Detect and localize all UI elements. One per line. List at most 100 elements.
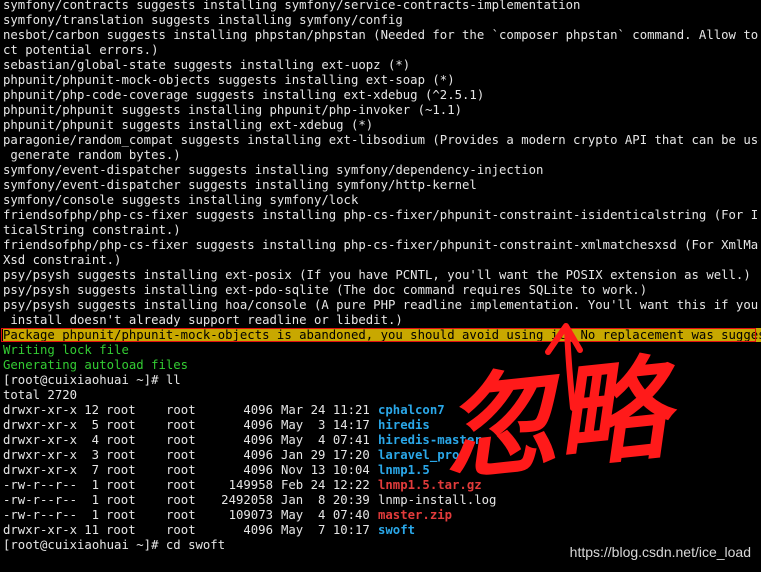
- output-line: paragonie/random_compat suggests install…: [3, 133, 759, 147]
- ls-date: Nov 13 10:04: [281, 463, 370, 477]
- ls-links: 1: [91, 493, 99, 507]
- ls-date: May 3 14:17: [281, 418, 370, 432]
- ls-perm: drwxr-xr-x: [3, 463, 78, 477]
- terminal-output: symfony/contracts suggests installing sy…: [1, 0, 761, 553]
- ls-group: root: [166, 478, 196, 492]
- ls-name: laravel_pro1: [378, 448, 467, 462]
- ls-links: 7: [91, 463, 99, 477]
- ls-links: 11: [84, 523, 99, 537]
- ls-row: -rw-r--r-- 1 root root 109073 May 4 07:40 mast…: [3, 508, 759, 523]
- ls-row: drwxr-xr-x 5 root root 4096 May 3 14:17 hiredi…: [3, 418, 759, 433]
- ls-group: root: [166, 448, 196, 462]
- ls-links: 5: [91, 418, 99, 432]
- ls-owner: root: [106, 508, 136, 522]
- ls-date: May 4 07:41: [281, 433, 370, 447]
- shell-prompt: [root@cuixiaohuai ~]# ll: [3, 373, 181, 387]
- ls-row: drwxr-xr-x 12 root root 4096 Mar 24 11:21 cpha…: [3, 403, 759, 418]
- ls-owner: root: [106, 478, 136, 492]
- output-line: friendsofphp/php-cs-fixer suggests insta…: [3, 238, 759, 252]
- output-line: friendsofphp/php-cs-fixer suggests insta…: [3, 208, 759, 222]
- ls-size: 4096: [243, 448, 273, 462]
- ls-name: cphalcon7: [378, 403, 445, 417]
- ls-date: May 4 07:40: [281, 508, 370, 522]
- output-line: phpunit/phpunit suggests installing ext-…: [3, 118, 374, 132]
- ls-perm: drwxr-xr-x: [3, 448, 78, 462]
- output-line: phpunit/phpunit suggests installing phpu…: [3, 103, 463, 117]
- ls-perm: -rw-r--r--: [3, 493, 78, 507]
- ls-row: drwxr-xr-x 11 root root 4096 May 7 10:17 swoft: [3, 523, 759, 538]
- ls-owner: root: [106, 448, 136, 462]
- ls-group: root: [166, 418, 196, 432]
- ls-links: 4: [91, 433, 99, 447]
- ls-group: root: [166, 463, 196, 477]
- ls-links: 1: [91, 508, 99, 522]
- output-line: sebastian/global-state suggests installi…: [3, 58, 411, 72]
- output-line: nesbot/carbon suggests installing phpsta…: [3, 28, 759, 42]
- ls-name: lnmp1.5: [378, 463, 430, 477]
- ls-perm: -rw-r--r--: [3, 478, 78, 492]
- ls-perm: drwxr-xr-x: [3, 523, 78, 537]
- output-line: phpunit/phpunit-mock-objects suggests in…: [3, 73, 455, 87]
- ls-date: Feb 24 12:22: [281, 478, 370, 492]
- ls-perm: drwxr-xr-x: [3, 433, 78, 447]
- output-line: phpunit/php-code-coverage suggests insta…: [3, 88, 485, 102]
- warning-text: Package phpunit/phpunit-mock-objects is …: [3, 328, 761, 342]
- ls-row: -rw-r--r-- 1 root root 149958 Feb 24 12:22 lnm…: [3, 478, 759, 493]
- output-line: symfony/event-dispatcher suggests instal…: [3, 163, 544, 177]
- ls-group: root: [166, 433, 196, 447]
- ls-size: 4096: [243, 418, 273, 432]
- terminal-window[interactable]: symfony/contracts suggests installing sy…: [0, 0, 761, 572]
- warning-line: Package phpunit/phpunit-mock-objects is …: [1, 328, 761, 343]
- ls-perm: drwxr-xr-x: [3, 418, 78, 432]
- ls-links: 1: [91, 478, 99, 492]
- output-line: symfony/console suggests installing symf…: [3, 193, 359, 207]
- output-line: install doesn't already support readline…: [3, 313, 403, 327]
- watermark: https://blog.csdn.net/ice_load: [569, 544, 751, 560]
- ls-name: swoft: [378, 523, 416, 537]
- ls-perm: -rw-r--r--: [3, 508, 78, 522]
- ls-group: root: [166, 523, 196, 537]
- ls-group: root: [166, 508, 196, 522]
- ls-total: total 2720: [3, 388, 78, 402]
- status-line: Writing lock file: [3, 343, 129, 357]
- ls-size: 4096: [243, 433, 273, 447]
- ls-size: 149958: [228, 478, 273, 492]
- ls-row: -rw-r--r-- 1 root root 2492058 Jan 8 20:39 lnm…: [3, 493, 759, 508]
- ls-date: Mar 24 11:21: [281, 403, 370, 417]
- ls-owner: root: [106, 523, 136, 537]
- output-line: ct potential errors.): [3, 43, 159, 57]
- ls-group: root: [166, 493, 196, 507]
- ls-owner: root: [106, 493, 136, 507]
- output-line: Xsd constraint.): [3, 253, 122, 267]
- output-line: psy/psysh suggests installing ext-pdo-sq…: [3, 283, 648, 297]
- ls-perm: drwxr-xr-x: [3, 403, 78, 417]
- ls-owner: root: [106, 403, 136, 417]
- ls-size: 4096: [243, 463, 273, 477]
- ls-group: root: [166, 403, 196, 417]
- ls-owner: root: [106, 463, 136, 477]
- status-line: Generating autoload files: [3, 358, 189, 372]
- output-line: symfony/event-dispatcher suggests instal…: [3, 178, 477, 192]
- ls-size: 4096: [243, 523, 273, 537]
- output-line: psy/psysh suggests installing ext-posix …: [3, 268, 751, 282]
- ls-name: hiredis-master: [378, 433, 482, 447]
- output-line: generate random bytes.): [3, 148, 181, 162]
- ls-name: hiredis: [378, 418, 430, 432]
- ls-row: drwxr-xr-x 4 root root 4096 May 4 07:41 hiredi…: [3, 433, 759, 448]
- output-line: symfony/contracts suggests installing sy…: [3, 0, 581, 12]
- output-line: ticalString constraint.): [3, 223, 181, 237]
- ls-links: 3: [91, 448, 99, 462]
- ls-size: 109073: [228, 508, 273, 522]
- ls-owner: root: [106, 418, 136, 432]
- ls-name: lnmp-install.log: [378, 493, 497, 507]
- ls-date: Jan 8 20:39: [281, 493, 370, 507]
- ls-links: 12: [84, 403, 99, 417]
- ls-owner: root: [106, 433, 136, 447]
- ls-size: 4096: [243, 403, 273, 417]
- ls-date: May 7 10:17: [281, 523, 370, 537]
- output-line: psy/psysh suggests installing hoa/consol…: [3, 298, 759, 312]
- ls-row: drwxr-xr-x 7 root root 4096 Nov 13 10:04 lnmp1…: [3, 463, 759, 478]
- ls-size: 2492058: [221, 493, 273, 507]
- output-line: symfony/translation suggests installing …: [3, 13, 403, 27]
- ls-date: Jan 29 17:20: [281, 448, 370, 462]
